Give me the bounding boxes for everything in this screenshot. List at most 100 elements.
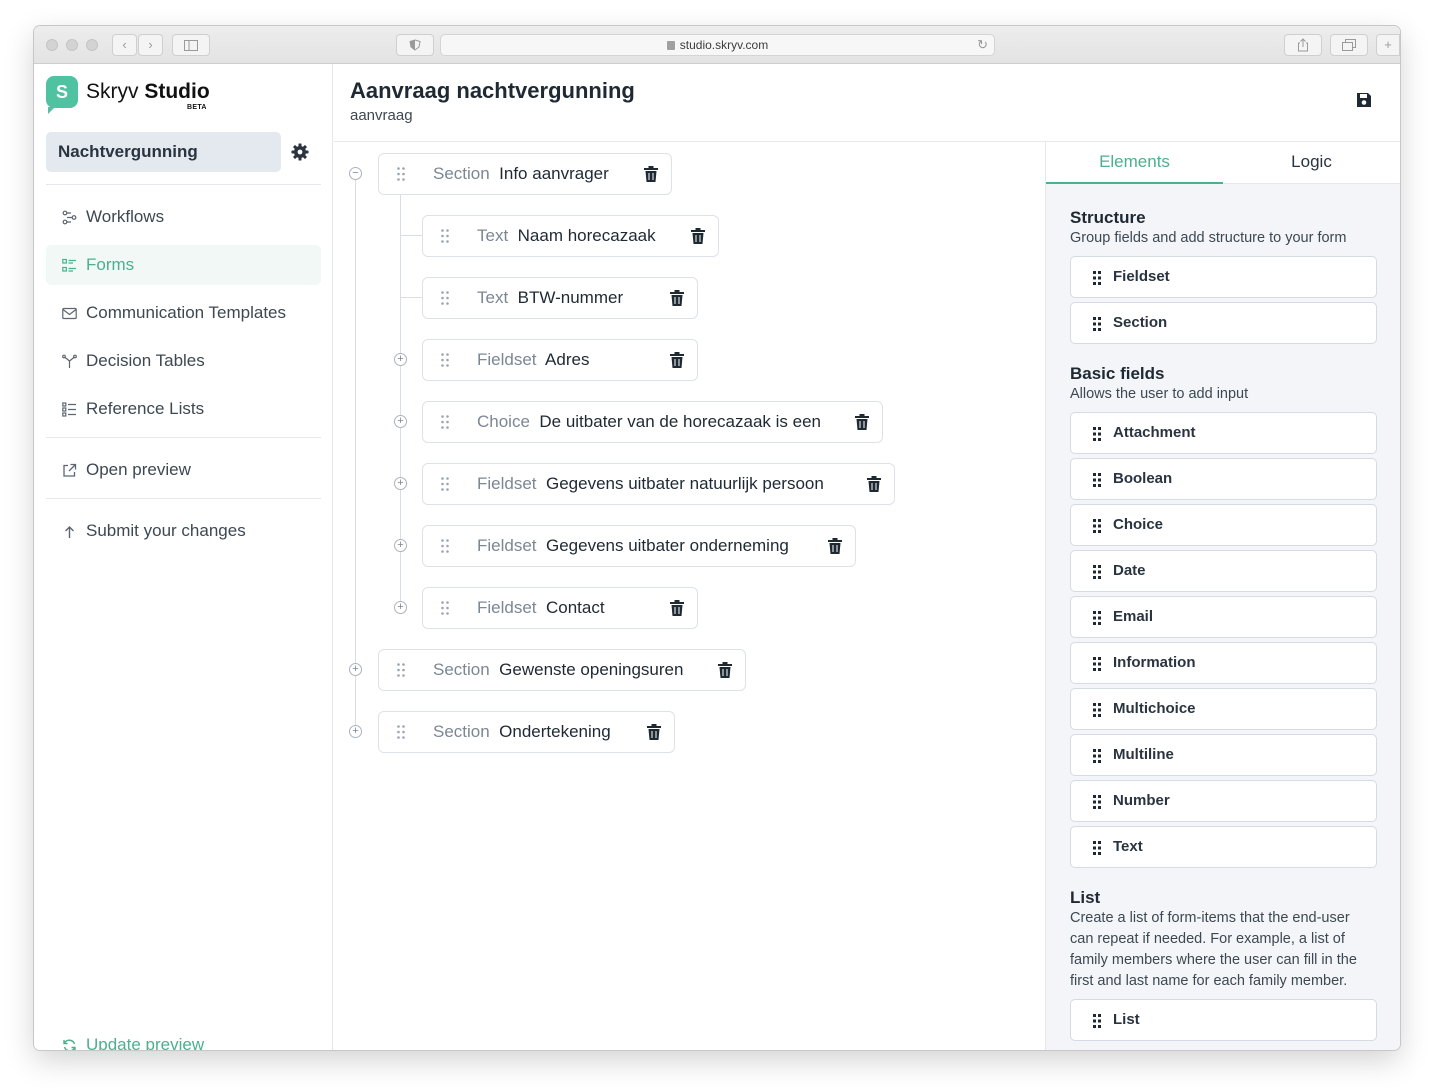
element-label: Boolean	[1113, 470, 1173, 487]
node-label: Info aanvrager	[499, 164, 609, 183]
expand-toggle[interactable]: +	[394, 539, 407, 552]
drag-handle-icon[interactable]	[441, 291, 449, 305]
main-area: Aanvraag nachtvergunning aanvraag − + + …	[334, 64, 1400, 1050]
trash-icon[interactable]	[670, 290, 684, 306]
tree-node-text[interactable]: Text Naam horecazaak	[422, 215, 719, 257]
close-window-button[interactable]	[46, 39, 58, 51]
panel-tabs: Elements Logic	[1046, 142, 1400, 184]
open-preview-link[interactable]: Open preview	[46, 450, 321, 490]
element-fieldset[interactable]: Fieldset	[1070, 256, 1377, 298]
element-label: Email	[1113, 608, 1154, 625]
sidebar: S Skryv Studio BETA Nachtvergunning Work…	[34, 64, 333, 1050]
sidebar-item-decision-tables[interactable]: Decision Tables	[46, 341, 321, 381]
drag-handle-icon[interactable]	[397, 167, 405, 181]
trash-icon[interactable]	[647, 724, 661, 740]
drag-handle-icon	[1093, 271, 1101, 285]
tree-line	[400, 235, 422, 236]
workflow-icon	[62, 210, 77, 225]
update-preview-link[interactable]: Update preview	[46, 1030, 204, 1050]
drag-handle-icon[interactable]	[441, 229, 449, 243]
trash-icon[interactable]	[867, 476, 881, 492]
tree-node-text[interactable]: Text BTW-nummer	[422, 277, 698, 319]
new-tab-button[interactable]: +	[1376, 34, 1400, 56]
element-label: Multiline	[1113, 746, 1174, 763]
tree-node-fieldset[interactable]: Fieldset Contact	[422, 587, 698, 629]
drag-handle-icon[interactable]	[441, 539, 449, 553]
trash-icon[interactable]	[718, 662, 732, 678]
drag-handle-icon	[1093, 657, 1101, 671]
node-label: Adres	[545, 350, 590, 369]
tab-logic[interactable]: Logic	[1223, 142, 1400, 184]
element-multichoice[interactable]: Multichoice	[1070, 688, 1377, 730]
structure-description: Group fields and add structure to your f…	[1070, 230, 1347, 246]
drag-handle-icon[interactable]	[441, 477, 449, 491]
element-boolean[interactable]: Boolean	[1070, 458, 1377, 500]
expand-toggle[interactable]: +	[394, 353, 407, 366]
trash-icon[interactable]	[670, 352, 684, 368]
tree-node-section[interactable]: Section Info aanvrager	[378, 153, 672, 195]
collapse-toggle[interactable]: −	[349, 167, 362, 180]
drag-handle-icon[interactable]	[397, 663, 405, 677]
element-text[interactable]: Text	[1070, 826, 1377, 868]
element-number[interactable]: Number	[1070, 780, 1377, 822]
privacy-button[interactable]	[396, 34, 434, 56]
drag-handle-icon[interactable]	[397, 725, 405, 739]
expand-toggle[interactable]: +	[394, 601, 407, 614]
expand-toggle[interactable]: +	[394, 415, 407, 428]
minimize-window-button[interactable]	[66, 39, 78, 51]
forward-button[interactable]: ›	[138, 34, 163, 56]
expand-toggle[interactable]: +	[349, 663, 362, 676]
tree-node-fieldset[interactable]: Fieldset Gegevens uitbater onderneming	[422, 525, 856, 567]
node-content: Fieldset Gegevens uitbater natuurlijk pe…	[477, 464, 824, 504]
trash-icon[interactable]	[644, 166, 658, 182]
tree-line	[355, 179, 356, 733]
node-type: Section	[433, 660, 490, 679]
gear-icon[interactable]	[290, 142, 310, 162]
reload-icon[interactable]: ↻	[977, 35, 988, 55]
node-type: Section	[433, 722, 490, 741]
save-icon[interactable]	[1356, 92, 1372, 108]
skryv-studio-logo[interactable]: S Skryv Studio BETA	[46, 76, 226, 114]
drag-handle-icon[interactable]	[441, 353, 449, 367]
sidebar-item-workflows[interactable]: Workflows	[46, 197, 321, 237]
tree-node-choice[interactable]: Choice De uitbater van de horecazaak is …	[422, 401, 883, 443]
share-button[interactable]	[1284, 34, 1322, 56]
sidebar-item-communication-templates[interactable]: Communication Templates	[46, 293, 321, 333]
sidebar-item-forms[interactable]: Forms	[46, 245, 321, 285]
submit-changes-link[interactable]: Submit your changes	[46, 511, 321, 551]
trash-icon[interactable]	[691, 228, 705, 244]
zoom-window-button[interactable]	[86, 39, 98, 51]
tree-node-fieldset[interactable]: Fieldset Gegevens uitbater natuurlijk pe…	[422, 463, 895, 505]
node-type: Fieldset	[477, 350, 537, 369]
tree-node-fieldset[interactable]: Fieldset Adres	[422, 339, 698, 381]
element-information[interactable]: Information	[1070, 642, 1377, 684]
node-content: Text BTW-nummer	[477, 278, 623, 318]
project-selector[interactable]: Nachtvergunning	[46, 132, 281, 172]
drag-handle-icon[interactable]	[441, 601, 449, 615]
trash-icon[interactable]	[855, 414, 869, 430]
element-choice[interactable]: Choice	[1070, 504, 1377, 546]
element-attachment[interactable]: Attachment	[1070, 412, 1377, 454]
element-list[interactable]: List	[1070, 999, 1377, 1041]
element-email[interactable]: Email	[1070, 596, 1377, 638]
drag-handle-icon[interactable]	[441, 415, 449, 429]
expand-toggle[interactable]: +	[349, 725, 362, 738]
element-section[interactable]: Section	[1070, 302, 1377, 344]
back-button[interactable]: ‹	[112, 34, 137, 56]
tree-node-section[interactable]: Section Gewenste openingsuren	[378, 649, 746, 691]
node-label: Ondertekening	[499, 722, 611, 741]
sidebar-item-reference-lists[interactable]: Reference Lists	[46, 389, 321, 429]
tree-node-section[interactable]: Section Ondertekening	[378, 711, 675, 753]
tab-elements[interactable]: Elements	[1046, 142, 1223, 184]
structure-title: Structure	[1070, 208, 1146, 227]
trash-icon[interactable]	[670, 600, 684, 616]
address-bar[interactable]: studio.skryv.com ↻	[440, 34, 995, 56]
element-date[interactable]: Date	[1070, 550, 1377, 592]
trash-icon[interactable]	[828, 538, 842, 554]
sidebar-toggle-button[interactable]	[172, 34, 210, 56]
tabs-overview-button[interactable]	[1330, 34, 1368, 56]
element-multiline[interactable]: Multiline	[1070, 734, 1377, 776]
basic-fields-description: Allows the user to add input	[1070, 386, 1249, 402]
expand-toggle[interactable]: +	[394, 477, 407, 490]
sidebar-item-label: Communication Templates	[86, 303, 286, 322]
